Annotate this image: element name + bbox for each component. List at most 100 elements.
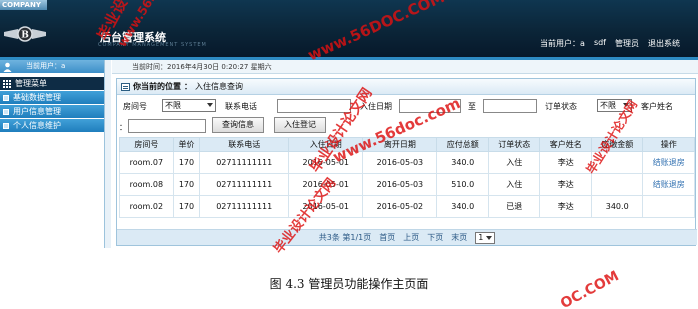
- room-select[interactable]: 不限: [162, 99, 216, 112]
- col-header: 房间号: [119, 137, 174, 152]
- page-select[interactable]: 1: [475, 231, 496, 244]
- col-header: 联系电话: [199, 137, 290, 152]
- chevron-down-icon: [486, 235, 493, 240]
- cell-customer: 李达: [539, 173, 592, 196]
- menu-bullet-icon: [3, 94, 9, 101]
- checkout-link[interactable]: 结账退房: [653, 158, 685, 167]
- sidebar-item-basic-data[interactable]: 基础数据管理: [0, 91, 104, 104]
- cell-checkin: 2016-05-01: [288, 195, 364, 218]
- username: sdf: [593, 38, 606, 47]
- cell-room: room.08: [119, 173, 174, 196]
- breadcrumb-label: 你当前的位置: [133, 81, 181, 91]
- svg-text:B: B: [21, 31, 29, 41]
- pager-prev[interactable]: 上页: [403, 232, 419, 243]
- menu-bullet-icon: [3, 122, 9, 129]
- col-header: 操作: [642, 137, 695, 152]
- cell-customer: 李达: [539, 195, 592, 218]
- query-button[interactable]: 查询信息: [212, 117, 264, 133]
- chevron-down-icon: [623, 103, 629, 107]
- cell-phone: 02711111111: [199, 173, 290, 196]
- to-label: 至: [468, 102, 476, 111]
- pager-next[interactable]: 下页: [427, 232, 443, 243]
- cell-price: 170: [172, 173, 201, 196]
- cell-price: 170: [172, 151, 201, 174]
- sidebar: 当前用户：a 管理菜单 基础数据管理 用户信息管理 个人信息维护: [0, 60, 104, 248]
- sidebar-item-label: 基础数据管理: [13, 93, 61, 102]
- customer-colon: ：: [119, 123, 127, 132]
- table-icon: [121, 82, 130, 91]
- cell-phone: 02711111111: [199, 195, 290, 218]
- date-bar: 当前时间：2016年4月30日 0:20:27 星期六: [112, 60, 698, 74]
- company-label: COMPANY: [0, 0, 47, 10]
- chevron-down-icon: [207, 103, 213, 107]
- cell-checkout: 2016-05-03: [362, 151, 438, 174]
- checkin-table: 房间号 单价 联系电话 入住日期 离开日期 应付总额 订单状态 客户姓名 应缴金…: [119, 137, 695, 218]
- cell-checkout: 2016-05-03: [362, 173, 438, 196]
- menu-header-label: 管理菜单: [15, 79, 47, 88]
- menu-header[interactable]: 管理菜单: [0, 77, 104, 90]
- cell-status: 已退: [487, 195, 541, 218]
- col-header: 单价: [172, 137, 201, 152]
- cell-room: room.02: [119, 195, 174, 218]
- figure-caption: 图 4.3 管理员功能操作主页面: [269, 277, 429, 291]
- customer-input[interactable]: [128, 119, 206, 133]
- checkin-end-input[interactable]: [483, 99, 537, 113]
- current-user-label: 当前用户：a: [540, 39, 585, 48]
- cell-action: 结账退房: [642, 151, 695, 174]
- cell-total: 510.0: [436, 173, 489, 196]
- sidebar-item-user-info[interactable]: 用户信息管理: [0, 105, 104, 118]
- phone-label: 联系电话: [225, 102, 257, 111]
- sidebar-user-label: 当前用户：a: [26, 62, 66, 70]
- cell-price: 170: [172, 195, 201, 218]
- checkin-start-input[interactable]: [399, 99, 461, 113]
- header-bar: COMPANY B 后台管理系统 COMPANY MANAGEMENT SYST…: [0, 0, 698, 57]
- pager-last[interactable]: 末页: [451, 232, 467, 243]
- cell-action: 结账退房: [642, 173, 695, 196]
- menu-grid-icon: [3, 79, 11, 88]
- page-select-value: 1: [478, 232, 484, 242]
- cell-status: 入住: [487, 173, 541, 196]
- top-nav: 当前用户：a sdf 管理员 退出系统: [540, 38, 680, 49]
- breadcrumb-page: 入住信息查询: [195, 81, 243, 91]
- customer-label: 客户姓名: [641, 102, 673, 111]
- cell-checkin: 2016-05-01: [288, 173, 364, 196]
- table-row: room.08 170 02711111111 2016-05-01 2016-…: [119, 173, 695, 196]
- cell-total: 340.0: [436, 151, 489, 174]
- room-label: 房间号: [123, 102, 147, 111]
- sidebar-splitter[interactable]: [104, 60, 111, 248]
- sidebar-user-strip: 当前用户：a: [0, 60, 104, 73]
- sidebar-item-label: 个人信息维护: [13, 121, 61, 130]
- table-row: room.07 170 02711111111 2016-05-01 2016-…: [119, 151, 695, 174]
- checkout-link[interactable]: 结账退房: [653, 180, 685, 189]
- sidebar-item-label: 用户信息管理: [13, 107, 61, 116]
- role-label[interactable]: 管理员: [615, 38, 639, 49]
- cell-status: 入住: [487, 151, 541, 174]
- room-select-value: 不限: [165, 101, 181, 110]
- table-row: room.02 170 02711111111 2016-05-01 2016-…: [119, 195, 695, 218]
- col-header: 应付总额: [436, 137, 489, 152]
- cell-due: [590, 173, 644, 196]
- cell-total: 340.0: [436, 195, 489, 218]
- logout-link[interactable]: 退出系统: [648, 38, 680, 49]
- bentley-logo-icon: B: [4, 26, 46, 42]
- status-select[interactable]: 不限: [597, 99, 632, 112]
- breadcrumb-separator: ：: [184, 81, 192, 91]
- checkin-label: 入住日期: [360, 102, 392, 111]
- col-header: 入住日期: [288, 137, 364, 152]
- filter-bar: 房间号 不限 联系电话 入住日期 至 订单状态 不限 客户姓名 ： 查询信息 入…: [117, 95, 695, 135]
- cell-checkin: 2016-05-01: [288, 151, 364, 174]
- status-label: 订单状态: [545, 102, 577, 111]
- col-header: 应缴金额: [590, 137, 644, 152]
- cell-due: [590, 151, 644, 174]
- cell-due: 340.0: [590, 195, 644, 218]
- phone-input[interactable]: [277, 99, 351, 113]
- col-header: 订单状态: [487, 137, 541, 152]
- col-header: 离开日期: [362, 137, 438, 152]
- cell-room: room.07: [119, 151, 174, 174]
- pagination: 共3条 第1/1页 首页 上页 下页 末页 1: [117, 229, 697, 245]
- sidebar-item-personal-info[interactable]: 个人信息维护: [0, 119, 104, 132]
- pager-first[interactable]: 首页: [379, 232, 395, 243]
- cell-customer: 李达: [539, 151, 592, 174]
- cell-action: [642, 195, 695, 218]
- register-button[interactable]: 入住登记: [274, 117, 326, 133]
